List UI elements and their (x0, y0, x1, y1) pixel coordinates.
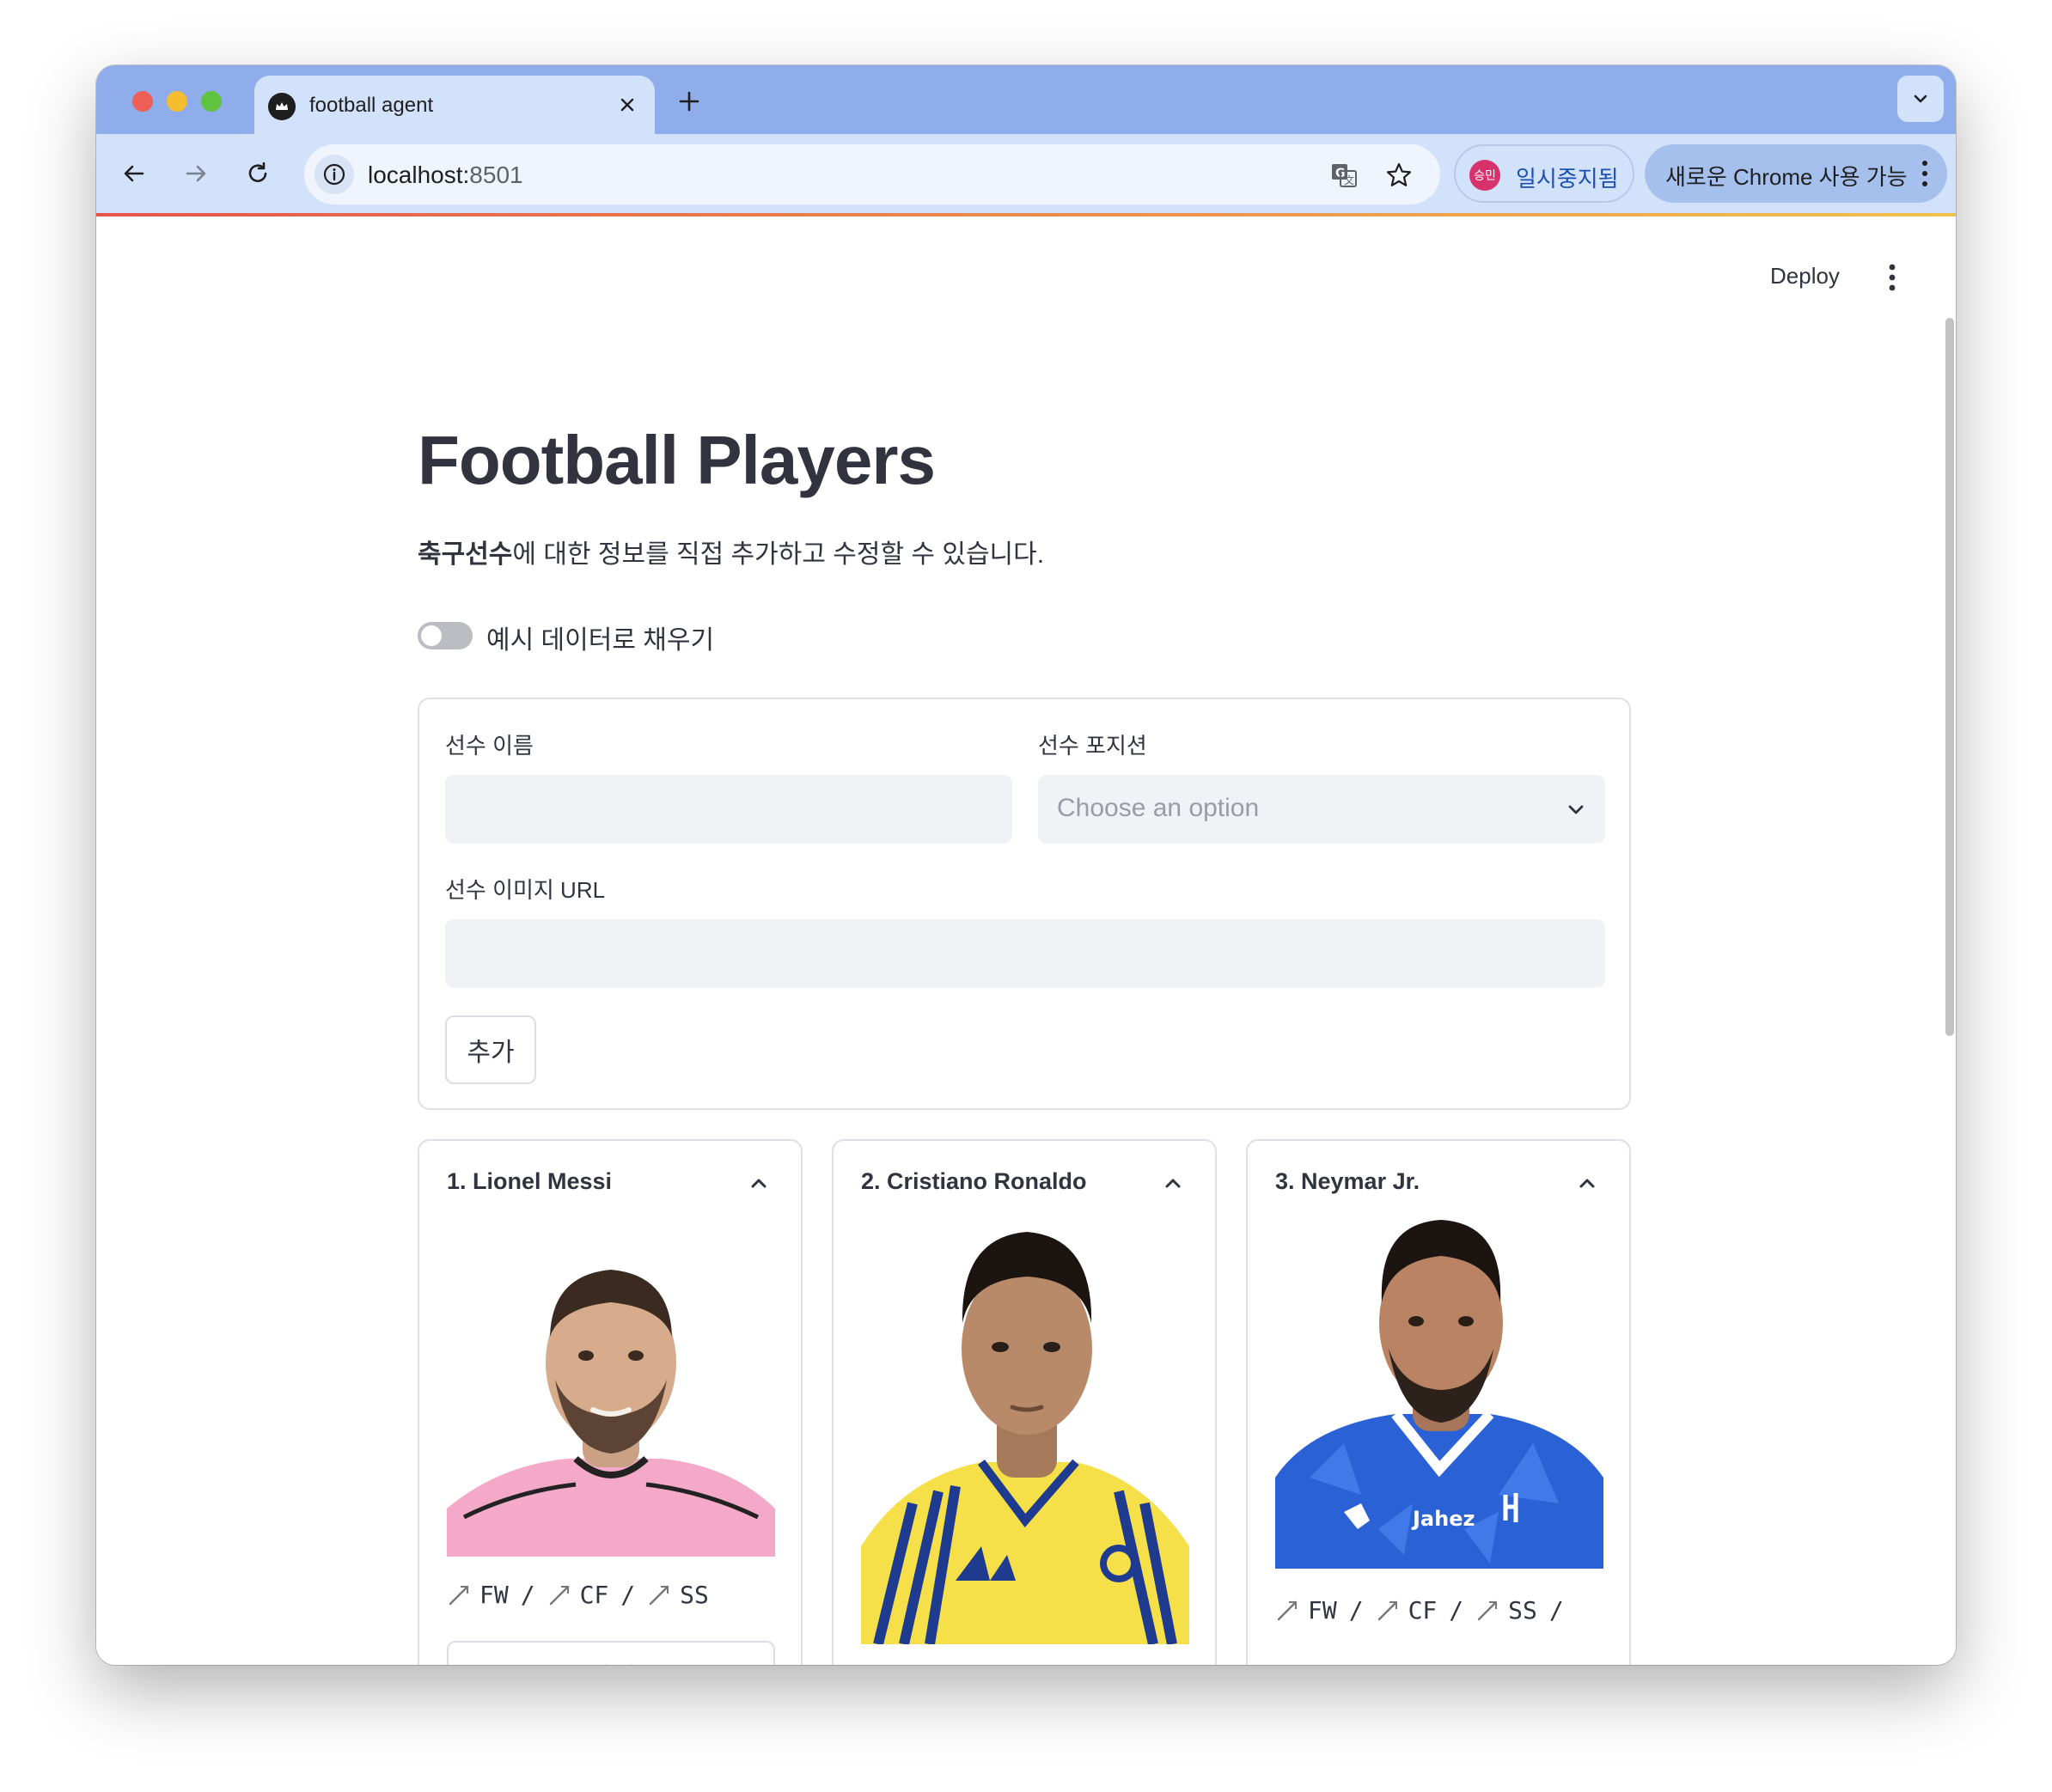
svg-text:Jahez: Jahez (1411, 1507, 1475, 1531)
streamlit-page: Deploy Football Players 축구선수에 대한 정보를 직접 … (96, 216, 1956, 1665)
subtitle-rest: 에 대한 정보를 직접 추가하고 수정할 수 있습니다. (512, 540, 1045, 569)
deploy-button[interactable]: Deploy (1770, 263, 1840, 290)
close-window-button[interactable] (132, 91, 153, 112)
player-card: 1. Lionel Messi FW / CF / SS (418, 1139, 803, 1665)
player-name-input[interactable] (445, 775, 1012, 844)
position-separator: / (1449, 1596, 1464, 1624)
subtitle-bold: 축구선수 (418, 540, 513, 569)
address-bar[interactable]: localhost:8501 G文 (304, 144, 1440, 204)
position-separator: / (520, 1581, 535, 1609)
site-info-icon[interactable] (315, 155, 354, 194)
position-tag: CF (547, 1581, 609, 1609)
player-card-title[interactable]: 1. Lionel Messi (447, 1168, 612, 1195)
pick-icon (1277, 1600, 1298, 1620)
bookmark-star-icon[interactable] (1382, 158, 1416, 192)
player-image-url-label: 선수 이미지 URL (445, 877, 606, 903)
url-text[interactable]: localhost:8501 (368, 162, 523, 189)
player-name-label: 선수 이름 (445, 733, 534, 759)
position-tag: FW (1275, 1596, 1337, 1624)
close-tab-icon[interactable] (614, 91, 641, 119)
delete-button[interactable]: 삭제 (447, 1641, 775, 1665)
tab-search-chevron-icon[interactable] (1897, 76, 1944, 122)
tab-title: football agent (309, 94, 434, 117)
player-position-select[interactable]: Choose an option (1038, 775, 1605, 844)
browser-tab-active[interactable]: football agent (254, 76, 655, 134)
translate-icon[interactable]: G文 (1327, 158, 1361, 192)
pick-icon (449, 1585, 469, 1605)
chrome-update-label: 새로운 Chrome 사용 가능 (1665, 164, 1908, 190)
back-arrow-icon[interactable] (113, 153, 155, 194)
profile-status-label: 일시중지됨 (1516, 166, 1619, 192)
chrome-menu-icon[interactable] (1916, 158, 1933, 189)
reload-icon[interactable] (237, 153, 278, 194)
player-positions: FW / CF / SS / (1275, 1596, 1564, 1624)
browser-window: football agent localhost:8501 G 文 승민 일시중… (96, 65, 1956, 1665)
position-label: CF (1408, 1596, 1438, 1624)
profile-avatar: 승민 (1469, 160, 1500, 191)
page-scrollbar[interactable] (1945, 318, 1954, 1036)
sample-data-toggle[interactable] (418, 622, 473, 649)
svg-text:文: 文 (1344, 174, 1354, 186)
profile-button[interactable]: 승민 일시중지됨 (1454, 144, 1634, 203)
player-image-url-input[interactable] (445, 919, 1605, 988)
position-label: CF (579, 1581, 609, 1609)
new-tab-icon[interactable] (670, 82, 708, 120)
chevron-up-icon[interactable] (1576, 1172, 1598, 1194)
chevron-up-icon[interactable] (748, 1172, 770, 1194)
pick-icon (1477, 1600, 1498, 1620)
page-subtitle: 축구선수에 대한 정보를 직접 추가하고 수정할 수 있습니다. (418, 533, 1044, 570)
add-button[interactable]: 추가 (445, 1015, 536, 1084)
player-photo (447, 1234, 775, 1557)
player-card: 3. Neymar Jr. Jahez FW / CF / SS / (1246, 1139, 1631, 1665)
position-separator: / (1348, 1596, 1364, 1624)
player-card-title[interactable]: 3. Neymar Jr. (1275, 1168, 1420, 1195)
position-label: SS (1508, 1596, 1537, 1624)
position-separator: / (1548, 1596, 1564, 1624)
toggle-knob (421, 625, 442, 646)
sample-data-toggle-label[interactable]: 예시 데이터로 채우기 (486, 619, 714, 656)
streamlit-favicon-icon (268, 93, 296, 120)
url-host: localhost: (368, 162, 470, 188)
player-photo: Jahez (1275, 1220, 1603, 1569)
chevron-down-icon (1568, 805, 1584, 814)
pick-icon (649, 1585, 669, 1605)
position-tag: SS (647, 1581, 709, 1609)
player-card: 2. Cristiano Ronaldo (832, 1139, 1217, 1665)
tab-strip: football agent (96, 65, 1956, 134)
position-tag: CF (1376, 1596, 1438, 1624)
player-photo (861, 1220, 1189, 1644)
position-label: FW (1308, 1596, 1337, 1624)
position-separator: / (620, 1581, 636, 1609)
player-positions: FW / CF / SS (447, 1581, 709, 1609)
player-card-title[interactable]: 2. Cristiano Ronaldo (861, 1168, 1087, 1195)
chrome-update-button[interactable]: 새로운 Chrome 사용 가능 (1645, 144, 1947, 203)
url-port: 8501 (469, 162, 523, 188)
forward-arrow-icon[interactable] (175, 153, 217, 194)
browser-toolbar: localhost:8501 G文 승민 일시중지됨 새로운 Chrome 사용… (96, 134, 1956, 213)
position-label: SS (680, 1581, 709, 1609)
position-label: FW (479, 1581, 509, 1609)
pick-icon (549, 1585, 569, 1605)
maximize-window-button[interactable] (201, 91, 222, 112)
position-select-placeholder: Choose an option (1057, 794, 1260, 822)
player-position-label: 선수 포지션 (1038, 733, 1147, 759)
position-tag: SS (1475, 1596, 1537, 1624)
chevron-up-icon[interactable] (1162, 1172, 1184, 1194)
pick-icon (1377, 1600, 1397, 1620)
main-menu-icon[interactable] (1887, 263, 1897, 292)
player-form: 선수 이름 선수 포지션 Choose an option 선수 이미지 URL… (418, 698, 1631, 1110)
position-tag: FW (447, 1581, 509, 1609)
page-title: Football Players (418, 422, 936, 498)
minimize-window-button[interactable] (167, 91, 187, 112)
